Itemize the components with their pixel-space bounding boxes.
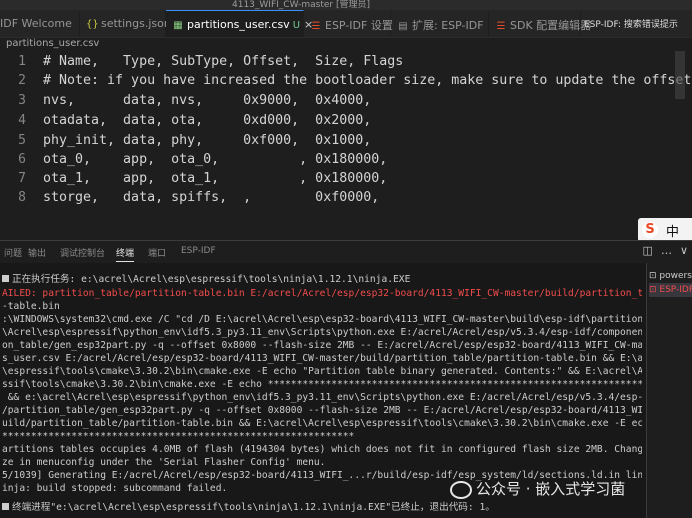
terminal-line: /partition_table/gen_esp32part.py -q --o… [2,405,642,416]
tab-label: SDK 配置编辑器 [510,19,592,32]
line-number: 1 [18,54,26,69]
tab-terminal[interactable]: 终端 [116,246,135,262]
tab-settings-json[interactable]: {} settings.json [80,10,171,37]
code-editor[interactable]: 1 # Name, Type, SubType, Offset, Size, Fl… [0,51,692,230]
terminal-line: \espressif\tools\cmake\3.30.2\bin\cmake.… [2,366,642,377]
line-text: otadata, data, ota, 0xd000, 0x2000, [43,113,372,128]
tab-esp-idf-search-error-hint[interactable]: ESP-IDF: 搜索错误提示 [581,10,692,37]
terminal-line: \Acrel\esp\espressif\python_env\idf5.3_p… [2,327,642,338]
line-number: 7 [18,171,26,186]
line-number: 8 [18,190,26,205]
window-title: 4113_WIFI_CW-master [管理员] [232,0,370,10]
terminal-line-text: 正在执行任务: e:\acrel\Acrel\esp\espressif\too… [12,274,411,285]
tab-label: ESP-IDF: 搜索错误提示 [584,20,678,30]
tab-sdk-config-editor[interactable]: ☰ SDK 配置编辑器 [489,10,591,37]
terminal-line: :\WINDOWS\system32\cmd.exe /C "cd /D E:\… [2,314,642,325]
split-terminal-icon[interactable]: ◫ [643,244,653,257]
watermark: 公众号 · 嵌入式学习菌 [450,478,625,499]
window-title-bar: 4113_WIFI_CW-master [管理员] [0,0,692,10]
line-number: 6 [18,152,26,167]
esp-icon: ☰ [311,21,321,32]
tab-extension-esp-idf[interactable]: ▤ 扩展: ESP-IDF [391,10,489,37]
close-panel-icon[interactable]: ∨ [680,244,688,257]
terminal-line: ****************************************… [2,431,355,442]
line-text: ota_1, app, ota_1, , 0x180000, [43,171,388,186]
terminal-line: 正在执行任务: e:\acrel\Acrel\esp\espressif\too… [2,273,642,286]
terminal-list-item-powershell[interactable]: ⊡ powershell [649,269,692,283]
terminal-line: 终端进程"e:\acrel\Acrel\esp\espressif\tools\… [2,501,642,514]
terminal-line: ssif\tools\cmake\3.30.2\bin\cmake.exe -E… [2,379,642,390]
line-text: ota_0, app, ota_0, , 0x180000, [43,152,388,167]
tab-esp-idf-settings[interactable]: ☰ ESP-IDF 设置 [304,10,393,37]
line-number: 3 [18,93,26,108]
tab-label: IDF Welcome [0,17,72,30]
ime-logo-icon[interactable]: S [642,222,658,238]
panel-tab-bar: 问题 输出 调试控制台 终端 端口 ESP-IDF ◫ … ∨ [0,240,692,263]
terminal-line: -table.bin [2,301,60,312]
terminal-line: s_user.csv E:/acrel/Acrel/esp/esp32-boar… [2,353,642,364]
more-actions-icon[interactable]: … [661,244,672,257]
task-marker-icon [2,503,9,510]
terminal-line: uild/partition_table/partition-table.bin… [2,418,642,429]
tab-partitions-user-csv[interactable]: ▦ partitions_user.csv U × [166,10,313,37]
ime-toolbar[interactable]: S 中 [638,218,692,242]
task-marker-icon [2,275,9,282]
line-text: nvs, data, nvs, 0x9000, 0x4000, [43,93,372,108]
terminal-icon: ⊡ [649,271,660,281]
watermark-text: 公众号 · 嵌入式学习菌 [476,480,626,498]
line-text: storge, data, spiffs, , 0xf0000, [43,190,380,205]
braces-icon: {} [86,19,99,30]
tab-label: ESP-IDF 设置 [325,19,393,32]
terminal-list-label: ESP-IDF [659,285,692,295]
tab-output[interactable]: 输出 [28,246,46,259]
line-number: 5 [18,133,26,148]
tab-label: partitions_user.csv [187,18,290,31]
terminal-line: AILED: partition_table/partition-table.b… [2,288,642,299]
line-number: 4 [18,113,26,128]
modified-badge: U [292,20,301,31]
tab-label: 扩展: ESP-IDF [412,19,484,32]
panel-actions: ◫ … ∨ [635,244,688,257]
extensions-icon: ▤ [398,21,408,32]
editor-tab-bar: IDF Welcome {} settings.json ▦ partitions_… [0,10,692,38]
terminal-line: && e:\acrel\Acrel\esp\espressif\python_e… [7,392,642,403]
table-icon: ▦ [173,20,183,31]
tab-label: settings.json [101,17,171,30]
terminal-list: ⊡ powershell ⊡ ESP-IDF [646,263,692,518]
tab-esp-idf[interactable]: ESP-IDF [181,246,216,256]
breadcrumb[interactable]: partitions_user.csv [6,38,99,49]
tab-idf-welcome[interactable]: IDF Welcome [0,10,80,37]
terminal-line: on_table/gen_esp32part.py -q --offset 0x… [2,340,642,351]
line-text: # Name, Type, SubType, Offset, Size, Fla… [43,54,404,69]
line-text: phy_init, data, phy, 0xf000, 0x1000, [43,133,372,148]
editor-scrollbar[interactable] [675,51,685,99]
line-text: # Note: if you have increased the bootlo… [43,73,692,88]
terminal-icon: ⊡ [649,285,660,295]
wechat-logo-icon [450,480,472,499]
line-number: 2 [18,73,26,88]
esp-icon: ☰ [496,21,506,32]
terminal-line-text: 终端进程"e:\acrel\Acrel\esp\espressif\tools\… [12,502,495,513]
terminal-line: ze in menuconfig under the 'Serial Flash… [2,457,326,468]
ime-language-toggle[interactable]: 中 [666,221,679,240]
terminal-line: artitions tables occupies 4.0MB of flash… [2,444,642,455]
terminal-list-label: powershell [659,271,692,281]
tab-ports[interactable]: 端口 [148,246,166,259]
terminal-list-item-esp-idf[interactable]: ⊡ ESP-IDF [649,283,692,297]
tab-debug-console[interactable]: 调试控制台 [60,246,105,259]
tab-problems[interactable]: 问题 [4,246,22,259]
